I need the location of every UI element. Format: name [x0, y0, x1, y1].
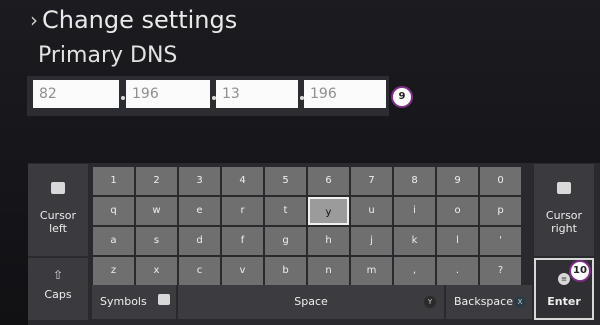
cursor-right-label-1: Cursor	[545, 209, 583, 222]
dns-octet-4[interactable]: 196	[304, 80, 386, 108]
key-a[interactable]: a	[93, 227, 134, 255]
gamepad-button-icon	[51, 182, 65, 194]
space-label: Space	[294, 295, 328, 308]
key-k[interactable]: k	[394, 227, 435, 255]
key-6[interactable]: 6	[308, 167, 349, 195]
callout-badge: 9	[391, 86, 413, 108]
key-1[interactable]: 1	[93, 167, 134, 195]
key-i[interactable]: i	[394, 197, 435, 225]
key-g[interactable]: g	[265, 227, 306, 255]
cursor-right-label-2: right	[551, 222, 577, 235]
dns-octet-2[interactable]: 196	[126, 80, 210, 108]
chevron-right-icon: ›	[30, 8, 38, 32]
key-comma[interactable]: ,	[394, 257, 435, 285]
cursor-left-label-2: left	[49, 222, 67, 235]
dns-octet-1[interactable]: 82	[33, 80, 119, 108]
key-x[interactable]: x	[136, 257, 177, 285]
caps-label: Caps	[44, 288, 72, 301]
dns-octet-3[interactable]: 13	[216, 80, 298, 108]
key-apostrophe[interactable]: '	[480, 227, 521, 255]
key-j[interactable]: j	[351, 227, 392, 255]
symbols-button[interactable]: Symbols	[92, 285, 176, 319]
key-q[interactable]: q	[93, 197, 134, 225]
key-c[interactable]: c	[179, 257, 220, 285]
key-u[interactable]: u	[351, 197, 392, 225]
key-4[interactable]: 4	[222, 167, 263, 195]
key-o[interactable]: o	[437, 197, 478, 225]
key-s[interactable]: s	[136, 227, 177, 255]
menu-icon: ≡	[558, 273, 570, 285]
key-n[interactable]: n	[308, 257, 349, 285]
backspace-button[interactable]: Backspace X	[446, 285, 532, 319]
key-t[interactable]: t	[265, 197, 306, 225]
key-h[interactable]: h	[308, 227, 349, 255]
backspace-label: Backspace	[454, 295, 513, 308]
key-3[interactable]: 3	[179, 167, 220, 195]
key-7[interactable]: 7	[351, 167, 392, 195]
x-button-icon: X	[514, 296, 526, 308]
key-r[interactable]: r	[222, 197, 263, 225]
key-b[interactable]: b	[265, 257, 306, 285]
key-period[interactable]: .	[437, 257, 478, 285]
key-w[interactable]: w	[136, 197, 177, 225]
key-m[interactable]: m	[351, 257, 392, 285]
key-0[interactable]: 0	[480, 167, 521, 195]
y-button-icon: Y	[424, 296, 436, 308]
key-2[interactable]: 2	[136, 167, 177, 195]
symbols-label: Symbols	[100, 295, 147, 308]
key-z[interactable]: z	[93, 257, 134, 285]
key-l[interactable]: l	[437, 227, 478, 255]
key-v[interactable]: v	[222, 257, 263, 285]
enter-label: Enter	[547, 295, 581, 308]
header: › Change settings Primary DNS	[30, 4, 237, 72]
key-f[interactable]: f	[222, 227, 263, 255]
key-p[interactable]: p	[480, 197, 521, 225]
key-8[interactable]: 8	[394, 167, 435, 195]
cursor-left-label-1: Cursor	[39, 209, 77, 222]
key-e[interactable]: e	[179, 197, 220, 225]
breadcrumb: › Change settings	[30, 4, 237, 36]
gamepad-button-icon	[557, 182, 571, 194]
gamepad-view-icon	[158, 294, 171, 305]
key-question[interactable]: ?	[480, 257, 521, 285]
key-5[interactable]: 5	[265, 167, 306, 195]
space-button[interactable]: Space Y	[178, 285, 444, 319]
octet-separator	[121, 96, 125, 100]
shift-icon: ⇧	[52, 268, 64, 282]
key-y[interactable]: y	[308, 197, 349, 225]
key-9[interactable]: 9	[437, 167, 478, 195]
cursor-left-button[interactable]: Cursor left	[28, 164, 88, 256]
cursor-right-button[interactable]: Cursor right	[534, 164, 594, 256]
caps-button[interactable]: ⇧ Caps	[28, 258, 88, 320]
callout-badge: 10	[569, 260, 591, 282]
page-title: Change settings	[42, 6, 238, 34]
field-title: Primary DNS	[38, 43, 178, 68]
key-d[interactable]: d	[179, 227, 220, 255]
